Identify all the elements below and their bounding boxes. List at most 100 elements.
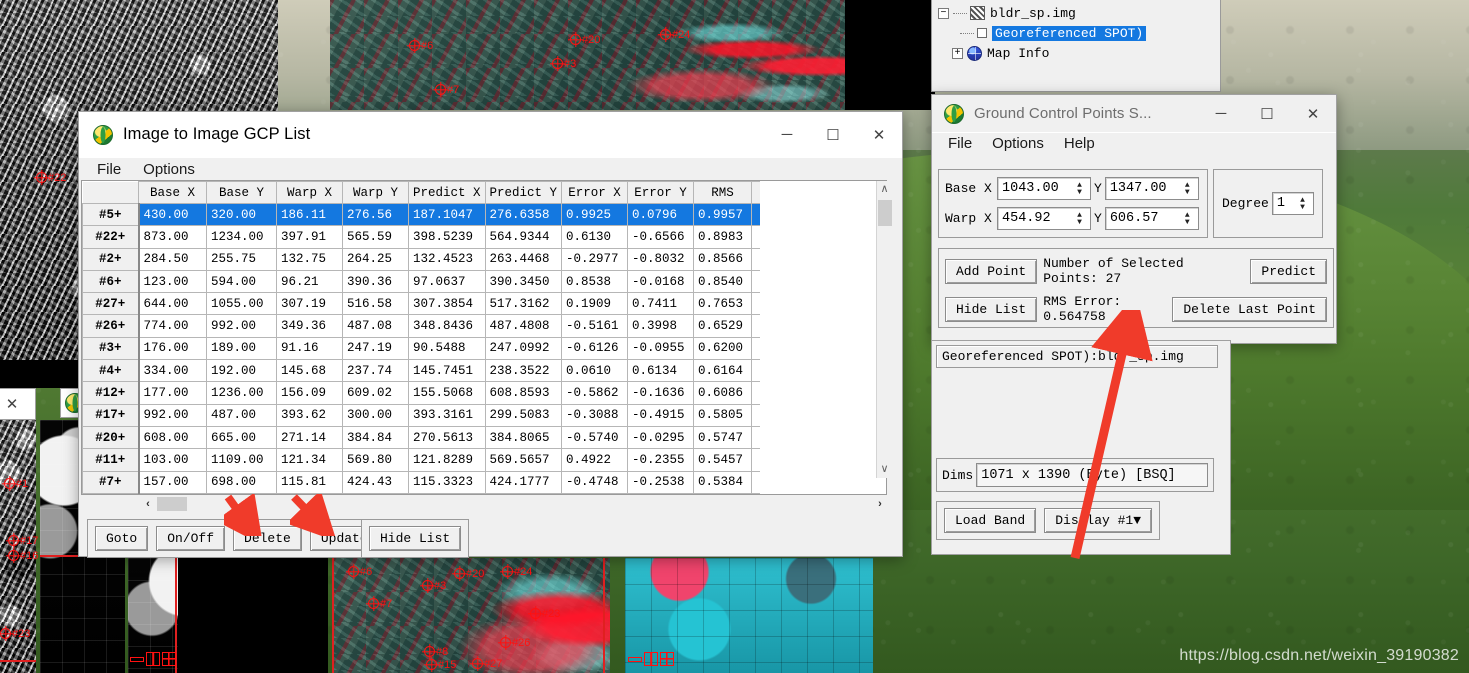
gcp-row-id[interactable]: #17+ <box>82 403 140 427</box>
gcp-table-hscrollbar[interactable]: ‹ › <box>139 495 889 513</box>
base-x-spinner[interactable]: ▲ ▼ <box>1073 181 1086 196</box>
gcp-cell[interactable]: 237.74 <box>342 359 409 383</box>
gcp-list-action-buttons[interactable]: Goto On/Off Delete Update <box>87 519 387 558</box>
gcp-cell[interactable]: 255.75 <box>206 247 277 271</box>
gcp-cell[interactable]: 0.0796 <box>627 202 695 227</box>
map-tool-glyph-right[interactable] <box>628 652 674 666</box>
menu-help[interactable]: Help <box>1064 135 1095 152</box>
gcp-col-base-y[interactable]: Base Y <box>206 181 277 204</box>
gcp-cell[interactable]: 564.9344 <box>484 225 563 249</box>
gcp-cell[interactable]: 247.19 <box>342 336 409 361</box>
minimize-icon[interactable]: ─ <box>1198 95 1244 132</box>
gcp-cell[interactable]: -0.5161 <box>561 314 629 338</box>
gcp-cell[interactable]: 609.02 <box>342 381 409 405</box>
gcp-cell[interactable]: 665.00 <box>206 425 277 450</box>
scroll-left-icon[interactable]: ‹ <box>139 498 157 510</box>
gcp-cell[interactable]: -0.2355 <box>627 448 695 472</box>
viewer-false-color-bottom[interactable] <box>332 558 610 673</box>
gcp-cell[interactable]: 0.8983 <box>693 225 753 249</box>
gcp-cell[interactable]: 121.34 <box>276 448 343 472</box>
gcp-cell[interactable]: 176.00 <box>138 336 207 361</box>
gcp-row-id[interactable]: #3+ <box>82 336 140 361</box>
viewer-false-color-top[interactable] <box>330 0 845 110</box>
gcp-cell[interactable]: 774.00 <box>138 314 207 338</box>
close-icon[interactable]: ✕ <box>856 112 902 157</box>
base-y-spinner[interactable]: ▲ ▼ <box>1181 181 1194 196</box>
vscroll-thumb[interactable] <box>877 200 892 226</box>
map-tool-glyph-left[interactable] <box>130 652 176 666</box>
gcp-row-id[interactable]: #20+ <box>82 425 140 450</box>
delete-last-point-button[interactable]: Delete Last Point <box>1172 296 1327 322</box>
gcp-cell[interactable]: 390.3450 <box>484 269 563 294</box>
gcp-cell[interactable]: 307.19 <box>276 292 343 316</box>
gcp-cell[interactable]: 424.43 <box>342 470 409 494</box>
gcp-cell[interactable]: 384.8065 <box>484 425 563 450</box>
gcp-cell[interactable]: 517.3162 <box>484 292 563 316</box>
gcp-cell[interactable]: 0.0610 <box>561 359 629 383</box>
gcp-cell[interactable]: 487.00 <box>206 403 277 427</box>
gcp-cell[interactable]: 307.3854 <box>408 292 486 316</box>
gcp-row-id[interactable]: #22+ <box>82 225 140 249</box>
gcp-cell[interactable]: 123.00 <box>138 269 207 294</box>
gcp-cell[interactable]: 177.00 <box>138 381 207 405</box>
band-display-group[interactable]: Load Band Display #1▼ <box>936 501 1161 540</box>
gcp-cell[interactable]: 516.58 <box>342 292 409 316</box>
gcp-col-warp-x[interactable]: Warp X <box>276 181 343 204</box>
gcp-cell[interactable]: 873.00 <box>138 225 207 249</box>
gcp-row-id[interactable]: #11+ <box>82 448 140 472</box>
expander-minus-icon[interactable]: − <box>938 7 949 19</box>
warp-x-input[interactable]: 454.92 ▲ ▼ <box>997 207 1091 230</box>
scroll-up-icon[interactable]: ∧ <box>880 181 888 198</box>
gcp-cell[interactable]: -0.4748 <box>561 470 629 494</box>
gcp-cell[interactable]: 348.8436 <box>408 314 486 338</box>
warp-y-input[interactable]: 606.57 ▲ ▼ <box>1104 207 1199 230</box>
gcp-cell[interactable]: 698.00 <box>206 470 277 494</box>
gcp-cell[interactable]: 300.00 <box>342 403 409 427</box>
gcp-list-hide-group[interactable]: Hide List <box>361 519 470 558</box>
gcp-cell[interactable]: 569.80 <box>342 448 409 472</box>
gcp-table-container[interactable]: Base X Base Y Warp X Warp Y Predict X Pr… <box>81 180 887 495</box>
gcp-cell[interactable]: 0.6086 <box>693 381 753 405</box>
table-row[interactable]: #22+ 873.00 1234.00 397.91 565.59 398.5239 564… <box>82 225 761 249</box>
gcp-cell[interactable]: 487.08 <box>342 314 409 338</box>
gcp-cell[interactable]: 0.6134 <box>627 359 695 383</box>
gcp-cell[interactable]: 156.09 <box>276 381 343 405</box>
gcp-cell[interactable]: 192.00 <box>206 359 277 383</box>
gcp-cell[interactable]: 390.36 <box>342 269 409 294</box>
gcp-cell[interactable]: 424.1777 <box>484 470 563 494</box>
gcp-cell[interactable]: 115.3323 <box>408 470 486 494</box>
table-row[interactable]: #17+ 992.00 487.00 393.62 300.00 393.3161 299.… <box>82 403 761 427</box>
table-row[interactable]: #27+ 644.00 1055.00 307.19 516.58 307.3854 517… <box>82 292 761 316</box>
gcp-cell[interactable]: 284.50 <box>138 247 207 271</box>
gcp-cell[interactable]: 0.6200 <box>693 336 753 361</box>
gcp-cell[interactable]: -0.6126 <box>561 336 629 361</box>
gcp-col-rms[interactable]: RMS <box>693 181 753 204</box>
gcp-cell[interactable]: 132.4523 <box>408 247 486 271</box>
gcp-cell[interactable]: 189.00 <box>206 336 277 361</box>
gcp-cell[interactable]: 0.4922 <box>561 448 629 472</box>
base-x-input[interactable]: 1043.00 ▲ ▼ <box>997 177 1091 200</box>
gcp-selector-window-controls[interactable]: ─ ☐ ✕ <box>1198 95 1336 132</box>
gcp-cell[interactable]: 247.0992 <box>484 336 563 361</box>
gcp-cell[interactable]: -0.2977 <box>561 247 629 271</box>
gcp-selector-titlebar[interactable]: Ground Control Points S... ─ ☐ ✕ <box>932 95 1336 133</box>
display-selector-dropdown[interactable]: Display #1▼ <box>1044 508 1153 533</box>
gcp-table[interactable]: Base X Base Y Warp X Warp Y Predict X Pr… <box>82 181 761 494</box>
gcp-cell[interactable]: 565.59 <box>342 225 409 249</box>
gcp-row-id[interactable]: #7+ <box>82 470 140 494</box>
base-y-input[interactable]: 1347.00 ▲ ▼ <box>1104 177 1199 200</box>
gcp-cell[interactable]: 0.5747 <box>693 425 753 450</box>
gcp-cell[interactable]: 96.21 <box>276 269 343 294</box>
gcp-list-window-controls[interactable]: ─ ☐ ✕ <box>764 112 902 157</box>
gcp-cell[interactable]: 264.25 <box>342 247 409 271</box>
table-row[interactable]: #11+ 103.00 1109.00 121.34 569.80 121.8289 569… <box>82 448 761 472</box>
gcp-cell[interactable]: 0.6130 <box>561 225 629 249</box>
table-row[interactable]: #5+ 430.00 320.00 186.11 276.56 187.1047 276.6… <box>82 202 761 227</box>
gcp-cell[interactable]: 644.00 <box>138 292 207 316</box>
close-icon[interactable]: ✕ <box>1290 95 1336 132</box>
degree-spinner[interactable]: ▲ ▼ <box>1296 196 1309 211</box>
gcp-row-id[interactable]: #12+ <box>82 381 140 405</box>
gcp-cell[interactable]: 608.8593 <box>484 381 563 405</box>
gcp-cell[interactable]: 103.00 <box>138 448 207 472</box>
goto-button[interactable]: Goto <box>95 526 149 551</box>
